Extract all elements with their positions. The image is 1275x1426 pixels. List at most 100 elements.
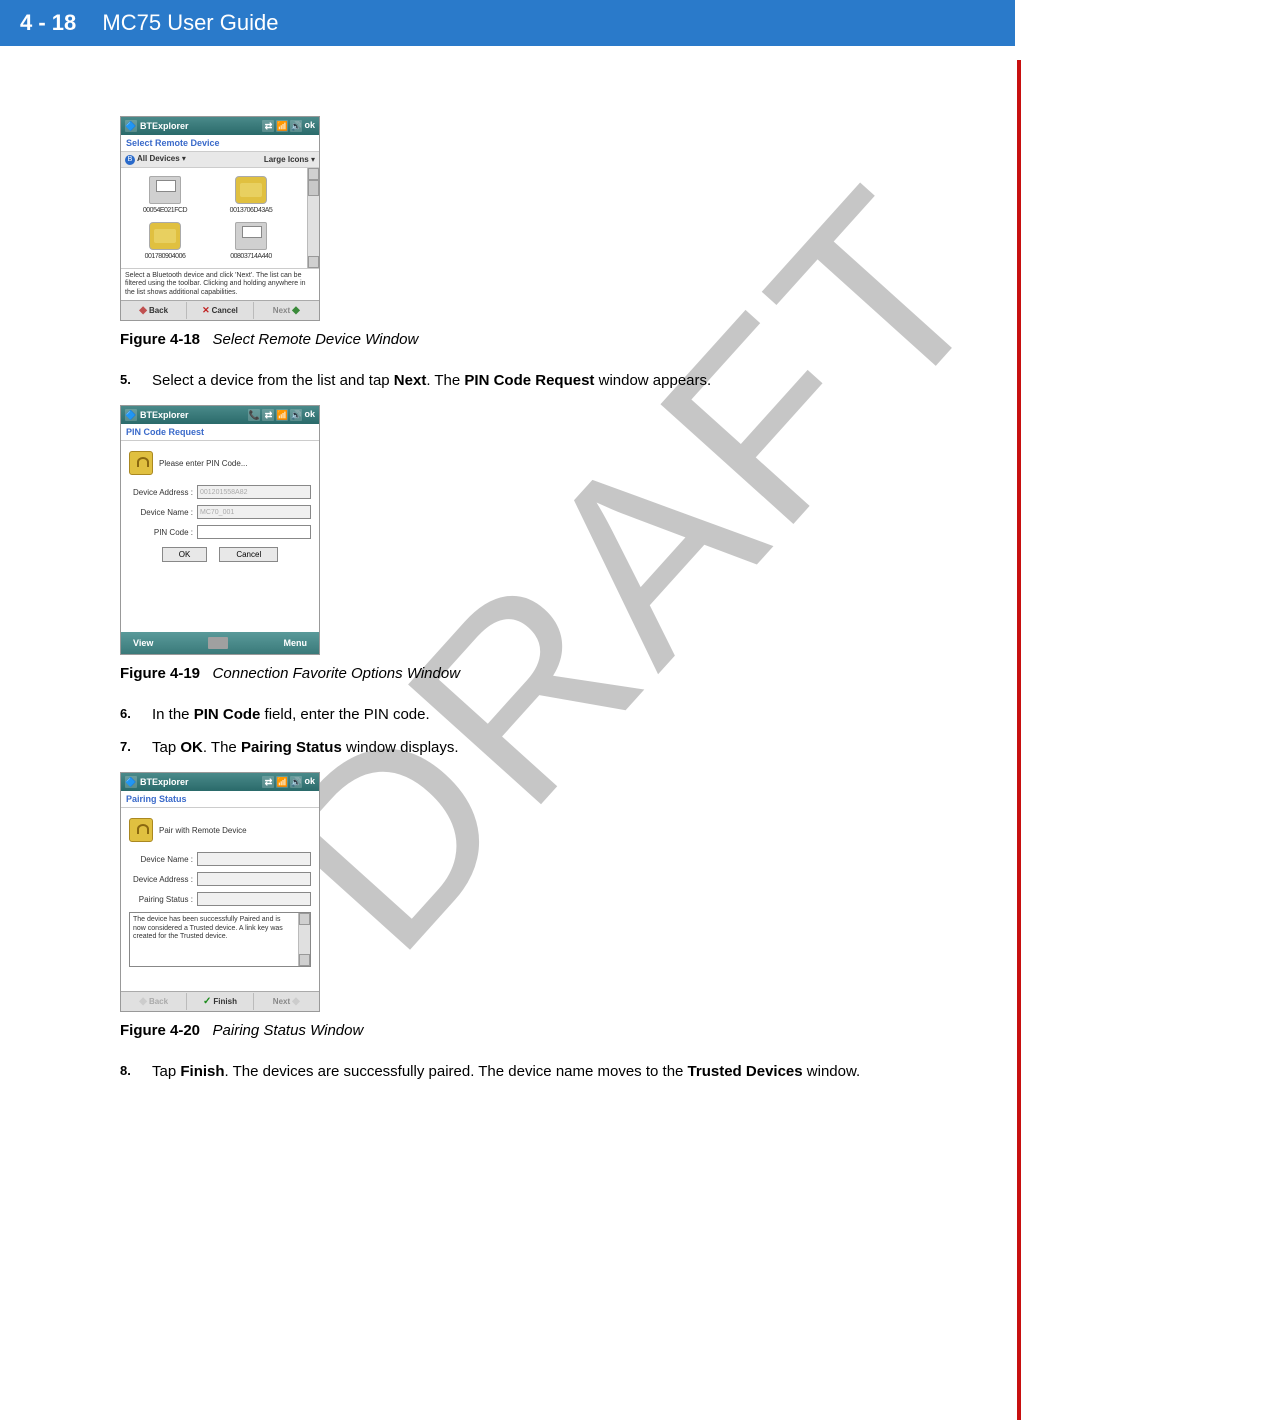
window-title: BTExplorer (140, 121, 189, 131)
bluetooth-icon: B (125, 155, 135, 165)
check-icon: ✓ (203, 996, 211, 1007)
window-title: BTExplorer (140, 410, 189, 420)
device-address-field (197, 872, 311, 886)
app-icon: 🔷 (125, 409, 137, 421)
back-button[interactable]: ◆Back (121, 302, 187, 319)
figure-caption-4-20: Figure 4-20 Pairing Status Window (120, 1022, 1015, 1039)
step-7: 7. Tap OK. The Pairing Status window dis… (120, 739, 1015, 756)
figure-caption-4-19: Figure 4-19 Connection Favorite Options … (120, 665, 1015, 682)
pairing-status-label: Pairing Status : (129, 895, 197, 904)
finish-button[interactable]: ✓Finish (187, 993, 253, 1010)
screenshot-pairing-status: 🔷 BTExplorer ⇄ 📶 🔊 ok Pairing Status Pai… (120, 772, 320, 1012)
ok-button[interactable]: ok (304, 776, 315, 788)
scroll-up-button[interactable] (308, 168, 319, 180)
device-item[interactable]: 0013706D43A5 (211, 176, 291, 214)
form-header-text: Please enter PIN Code... (159, 459, 248, 468)
lock-icon (129, 818, 153, 842)
menu-button[interactable]: Menu (283, 638, 307, 648)
right-accent-bar (1017, 60, 1021, 1420)
figure-label: Figure 4-19 (120, 665, 200, 682)
window-titlebar: 🔷 BTExplorer ⇄ 📶 🔊 ok (121, 117, 319, 135)
volume-icon: 🔊 (290, 120, 302, 132)
cancel-button[interactable]: Cancel (219, 547, 278, 562)
device-item[interactable]: 001780904006 (125, 222, 205, 260)
next-button[interactable]: Next◆ (254, 302, 319, 319)
device-list[interactable]: 00054E021FCD 0013706D43A5 001780904006 0… (121, 168, 319, 268)
page-number: 4 - 18 (20, 10, 76, 36)
device-label: 00803714A440 (211, 253, 291, 260)
menu-footer: View Menu (121, 632, 319, 654)
window-titlebar: 🔷 BTExplorer 📞 ⇄ 📶 🔊 ok (121, 406, 319, 424)
step-text: Tap Finish. The devices are successfully… (152, 1063, 860, 1080)
keyboard-icon[interactable] (208, 637, 228, 649)
signal-icon: 📶 (276, 120, 288, 132)
modem-icon (235, 176, 267, 204)
volume-icon: 🔊 (290, 776, 302, 788)
step-5: 5. Select a device from the list and tap… (120, 372, 1015, 389)
scroll-down-button[interactable] (299, 954, 310, 966)
status-info: The device has been successfully Paired … (129, 912, 311, 967)
device-address-label: Device Address : (129, 488, 197, 497)
figure-text: Select Remote Device Window (213, 331, 419, 348)
step-text: In the PIN Code field, enter the PIN cod… (152, 706, 430, 723)
window-footer: ◆Back ✕Cancel Next◆ (121, 300, 319, 320)
scrollbar[interactable] (298, 913, 310, 966)
device-label: 0013706D43A5 (211, 207, 291, 214)
x-icon: ✕ (202, 305, 210, 316)
step-number: 6. (120, 706, 138, 723)
arrow-right-icon: ◆ (292, 996, 300, 1007)
figure-label: Figure 4-18 (120, 331, 200, 348)
scroll-down-button[interactable] (308, 256, 319, 268)
pairing-status-field (197, 892, 311, 906)
device-label: 001780904006 (125, 253, 205, 260)
dial-icon: 📞 (248, 409, 260, 421)
view-menu[interactable]: View (133, 638, 153, 648)
ok-button[interactable]: ok (304, 409, 315, 421)
printer-icon (235, 222, 267, 250)
app-icon: 🔷 (125, 776, 137, 788)
scrollbar[interactable] (307, 168, 319, 268)
device-address-field (197, 485, 311, 499)
device-name-field (197, 505, 311, 519)
ok-button[interactable]: ok (304, 120, 315, 132)
guide-title: MC75 User Guide (102, 10, 278, 36)
filter-dropdown[interactable]: BAll Devices ▾ (125, 154, 186, 165)
device-item[interactable]: 00054E021FCD (125, 176, 205, 214)
form-header-text: Pair with Remote Device (159, 826, 247, 835)
window-footer: ◆Back ✓Finish Next◆ (121, 991, 319, 1011)
device-label: 00054E021FCD (125, 207, 205, 214)
step-number: 7. (120, 739, 138, 756)
figure-label: Figure 4-20 (120, 1022, 200, 1039)
device-name-field (197, 852, 311, 866)
cancel-button[interactable]: ✕Cancel (187, 302, 253, 319)
volume-icon: 🔊 (290, 409, 302, 421)
form-body: Please enter PIN Code... Device Address … (121, 441, 319, 632)
scroll-thumb[interactable] (308, 180, 319, 196)
scroll-up-button[interactable] (299, 913, 310, 925)
pin-code-field[interactable] (197, 525, 311, 539)
figure-caption-4-18: Figure 4-18 Select Remote Device Window (120, 331, 1015, 348)
ok-button[interactable]: OK (162, 547, 208, 562)
device-address-label: Device Address : (129, 875, 197, 884)
next-button: Next◆ (254, 993, 319, 1010)
lock-icon (129, 451, 153, 475)
arrow-right-icon: ◆ (292, 305, 300, 316)
window-subtitle: Select Remote Device (121, 135, 319, 152)
info-text: Select a Bluetooth device and click 'Nex… (121, 268, 319, 300)
window-title: BTExplorer (140, 777, 189, 787)
step-text: Tap OK. The Pairing Status window displa… (152, 739, 459, 756)
window-subtitle: PIN Code Request (121, 424, 319, 441)
device-item[interactable]: 00803714A440 (211, 222, 291, 260)
figure-text: Connection Favorite Options Window (213, 665, 461, 682)
pin-code-label: PIN Code : (129, 528, 197, 537)
screenshot-pin-code-request: 🔷 BTExplorer 📞 ⇄ 📶 🔊 ok PIN Code Request… (120, 405, 320, 655)
connectivity-icon: ⇄ (262, 409, 274, 421)
step-6: 6. In the PIN Code field, enter the PIN … (120, 706, 1015, 723)
signal-icon: 📶 (276, 776, 288, 788)
connectivity-icon: ⇄ (262, 120, 274, 132)
view-dropdown[interactable]: Large Icons ▾ (264, 155, 315, 164)
step-number: 8. (120, 1063, 138, 1080)
step-8: 8. Tap Finish. The devices are successfu… (120, 1063, 1015, 1080)
device-name-label: Device Name : (129, 508, 197, 517)
connectivity-icon: ⇄ (262, 776, 274, 788)
